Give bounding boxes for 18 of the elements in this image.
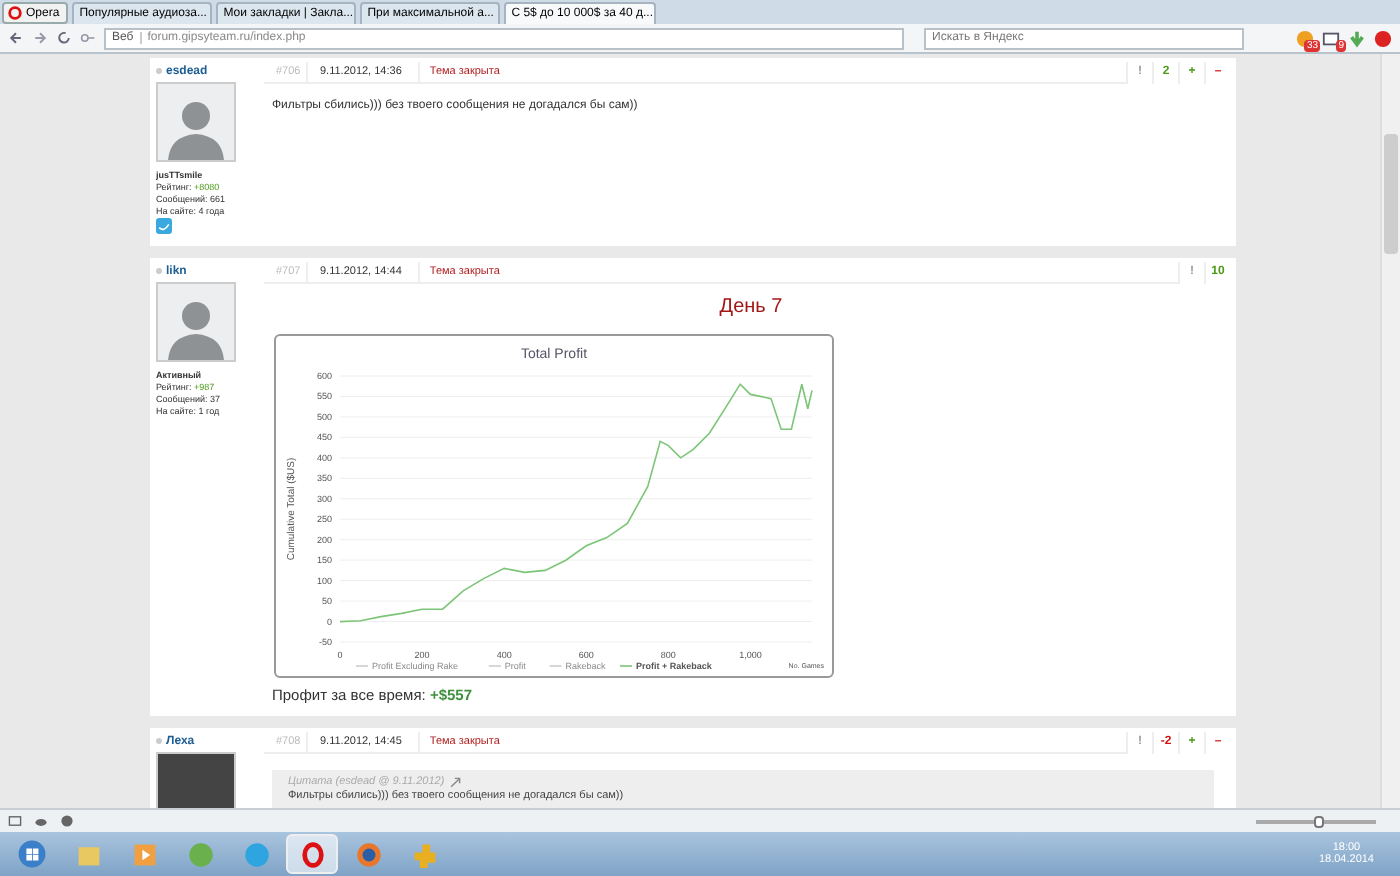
panel-icon[interactable] <box>8 814 22 828</box>
scrollbar[interactable] <box>1380 54 1400 808</box>
forward-icon[interactable] <box>32 30 48 46</box>
o-logo-icon <box>299 841 325 867</box>
arrow-icon <box>450 776 463 788</box>
media-player-icon <box>131 841 157 867</box>
windows-logo-icon <box>18 840 46 868</box>
envelope-icon[interactable] <box>1322 29 1340 47</box>
back-icon[interactable] <box>8 30 24 46</box>
folder-icon <box>75 841 101 867</box>
puzzle-icon <box>411 841 437 867</box>
key-icon[interactable] <box>80 30 96 46</box>
download-icon[interactable] <box>1348 29 1366 47</box>
zoom-slider-thumb[interactable] <box>1313 815 1324 827</box>
post-heading: День 7 <box>717 296 785 318</box>
o-logo-icon <box>8 6 22 20</box>
taskbar-app[interactable] <box>286 834 338 874</box>
reload-icon[interactable] <box>56 30 72 46</box>
